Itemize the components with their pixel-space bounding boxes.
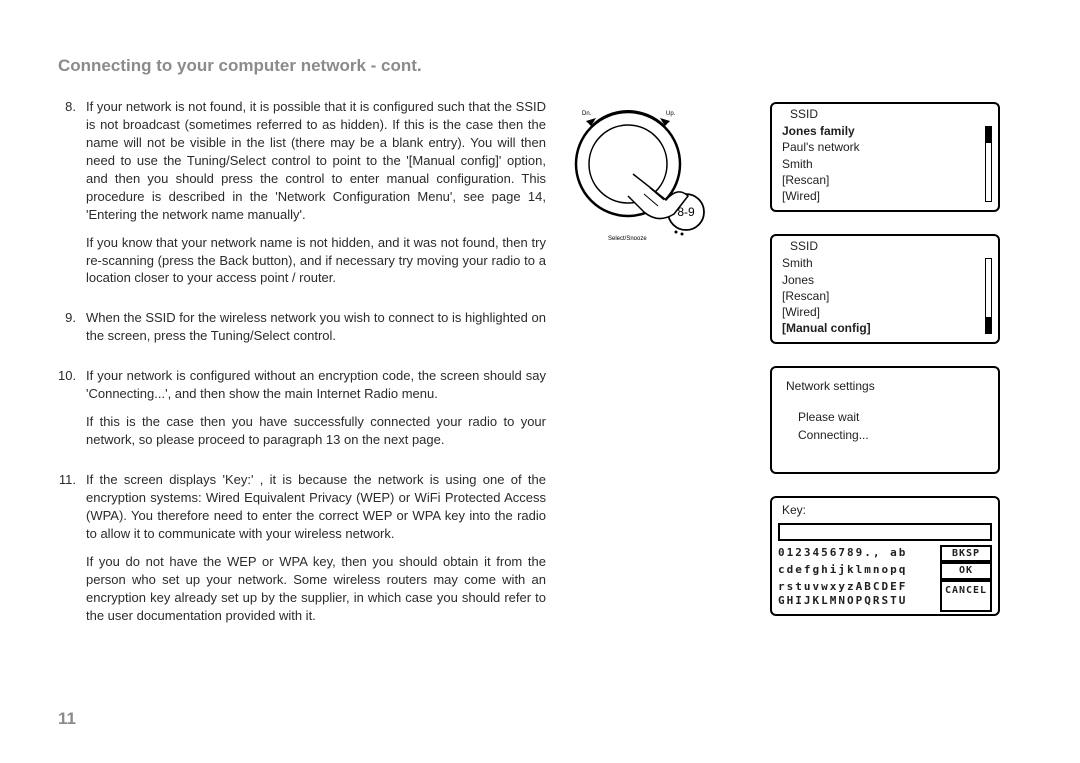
screen-header: Network settings <box>778 378 992 394</box>
step-subtext: If you do not have the WEP or WPA key, t… <box>86 553 546 625</box>
step-9: 9. When the SSID for the wireless networ… <box>58 309 546 345</box>
bksp-button: BKSP <box>940 545 992 563</box>
list-item: Jones family <box>782 123 988 139</box>
svg-text:Select/Snooze: Select/Snooze <box>608 236 647 242</box>
list-item: Smith <box>782 156 988 172</box>
scrollbar <box>985 258 992 334</box>
ssid-screen-1: SSID Jones family Paul's network Smith [… <box>770 102 1000 212</box>
connecting-line2: Connecting... <box>798 426 992 444</box>
dial-illustration: Dn. Up. 8-9 Select/Snooze <box>568 98 748 647</box>
list-item: Smith <box>782 255 988 271</box>
page-title: Connecting to your computer network - co… <box>58 56 1040 76</box>
step-number: 9. <box>58 309 86 345</box>
key-input-field <box>778 523 992 541</box>
list-item: [Manual config] <box>782 320 988 336</box>
connecting-line1: Please wait <box>798 408 992 426</box>
cancel-button: CANCEL <box>940 580 992 612</box>
step-number: 11. <box>58 471 86 625</box>
list-item: [Wired] <box>782 188 988 204</box>
step-text: If the screen displays 'Key:' , it is be… <box>86 472 546 541</box>
step-subtext: If you know that your network name is no… <box>86 234 546 288</box>
ok-button: OK <box>940 562 992 580</box>
screen-header: SSID <box>776 106 994 122</box>
list-item: Jones <box>782 272 988 288</box>
step-subtext: If this is the case then you have succes… <box>86 413 546 449</box>
svg-text:Up.: Up. <box>666 111 676 117</box>
connecting-screen: Network settings Please wait Connecting.… <box>770 366 1000 474</box>
svg-text:Dn.: Dn. <box>582 111 592 117</box>
ssid-screen-2: SSID Smith Jones [Rescan] [Wired] [Manua… <box>770 234 1000 344</box>
screen-header: Key: <box>776 502 994 520</box>
device-screens-column: SSID Jones family Paul's network Smith [… <box>770 98 1000 647</box>
key-row: rstuvwxyzABCDEF <box>778 580 936 595</box>
screen-header: SSID <box>776 238 994 254</box>
list-item: [Wired] <box>782 304 988 320</box>
step-number: 10. <box>58 367 86 449</box>
list-item: [Rescan] <box>782 172 988 188</box>
key-row: 0123456789., ab <box>778 546 936 561</box>
step-11: 11. If the screen displays 'Key:' , it i… <box>58 471 546 625</box>
key-row: cdefghijklmnopq <box>778 563 936 578</box>
step-number: 8. <box>58 98 86 287</box>
step-8: 8. If your network is not found, it is p… <box>58 98 546 287</box>
list-item: Paul's network <box>782 139 988 155</box>
scrollbar <box>985 126 992 202</box>
key-entry-screen: Key: 0123456789., ab BKSP cdefghijklmnop… <box>770 496 1000 616</box>
step-text: If your network is conﬁgured without an … <box>86 368 546 401</box>
key-row: GHIJKLMNOPQRSTU <box>778 594 936 609</box>
step-10: 10. If your network is conﬁgured without… <box>58 367 546 449</box>
list-item: [Rescan] <box>782 288 988 304</box>
step-text: When the SSID for the wireless network y… <box>86 310 546 343</box>
step-text: If your network is not found, it is poss… <box>86 99 546 222</box>
page-number: 11 <box>58 709 76 729</box>
instructions-column: 8. If your network is not found, it is p… <box>58 98 546 647</box>
